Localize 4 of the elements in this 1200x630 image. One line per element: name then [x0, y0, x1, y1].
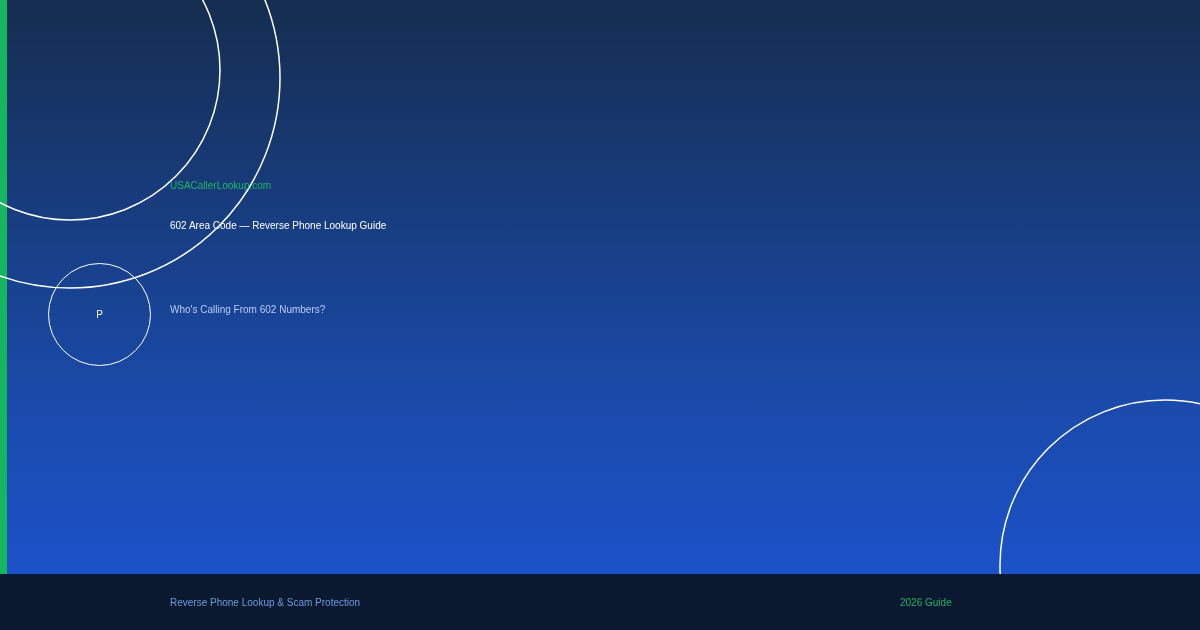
- logo-letter: P: [96, 309, 103, 320]
- footer-tagline: Reverse Phone Lookup & Scam Protection: [170, 596, 362, 608]
- footer-label: 2026 Guide: [900, 596, 952, 608]
- subtitle: Who's Calling From 602 Numbers?: [170, 304, 326, 316]
